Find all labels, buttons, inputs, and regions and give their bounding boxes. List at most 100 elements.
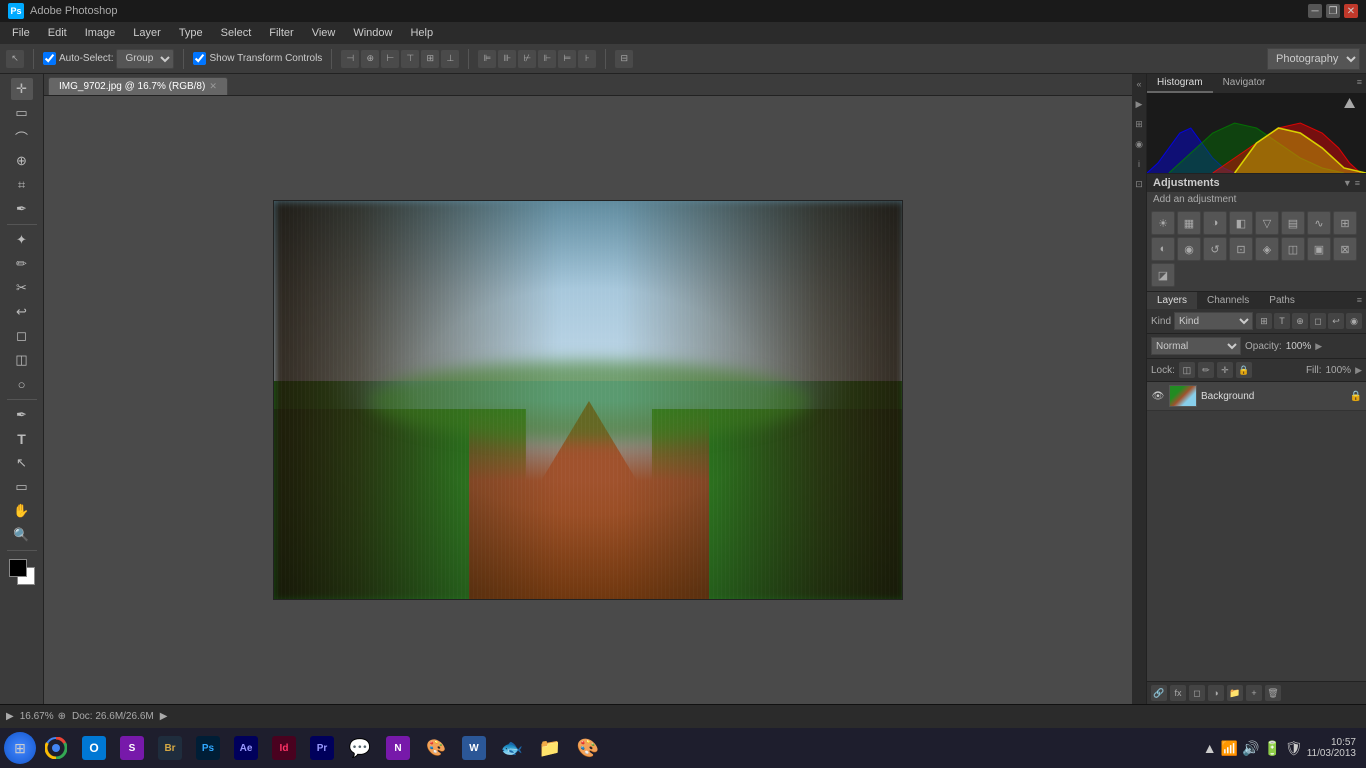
dodge-tool[interactable]: ○ (11, 373, 33, 395)
menu-window[interactable]: Window (345, 25, 400, 41)
filter-shape-icon[interactable]: ◻ (1310, 313, 1326, 329)
status-left-arrow[interactable]: ▶ (6, 711, 14, 722)
gradient-tool[interactable]: ◫ (11, 349, 33, 371)
pattern-adj-icon[interactable]: ◪ (1151, 263, 1175, 287)
taskbar-palette-icon[interactable]: 🎨 (570, 730, 606, 766)
gradientmap-adj-icon[interactable]: ▣ (1307, 237, 1331, 261)
taskbar-outlook-icon[interactable]: O (76, 730, 112, 766)
brightness-adj-icon[interactable]: ☀ (1151, 211, 1175, 235)
tray-volume-icon[interactable]: 🔊 (1242, 740, 1259, 757)
exposure-adj-icon[interactable]: ◧ (1229, 211, 1253, 235)
lock-all-icon[interactable]: 🔒 (1236, 362, 1252, 378)
taskbar-fish-icon[interactable]: 🐟 (494, 730, 530, 766)
channelmixer-adj-icon[interactable]: ◐ (1151, 237, 1175, 261)
align-bottom-icon[interactable]: ⊥ (441, 50, 459, 68)
align-center-v-icon[interactable]: ⊞ (421, 50, 439, 68)
taskbar-ps-icon[interactable]: Ps (190, 730, 226, 766)
tray-network-icon[interactable]: 📶 (1221, 740, 1238, 757)
navigator-tab[interactable]: Navigator (1213, 74, 1276, 93)
taskbar-onenote-icon[interactable]: S (114, 730, 150, 766)
foreground-color-swatch[interactable] (9, 559, 27, 577)
eyedropper-tool[interactable]: ✒ (11, 198, 33, 220)
quick-select-tool[interactable]: ⊕ (11, 150, 33, 172)
add-link-icon[interactable]: 🔗 (1151, 685, 1167, 701)
filter-type-icon[interactable]: ⊕ (1292, 313, 1308, 329)
align-right-icon[interactable]: ⊢ (381, 50, 399, 68)
lock-pixels-icon[interactable]: ✏ (1198, 362, 1214, 378)
auto-select-dropdown[interactable]: Group Layer (116, 49, 174, 69)
dist-bottom-icon[interactable]: ⊦ (578, 50, 596, 68)
menu-type[interactable]: Type (171, 25, 211, 41)
pen-tool[interactable]: ✒ (11, 404, 33, 426)
taskbar-chrome-icon[interactable] (38, 730, 74, 766)
menu-help[interactable]: Help (402, 25, 441, 41)
align-left-icon[interactable]: ⊣ (341, 50, 359, 68)
side-icon-4[interactable]: i (1133, 158, 1145, 170)
colorbalance-adj-icon[interactable]: ∿ (1307, 211, 1331, 235)
invert-adj-icon[interactable]: ↺ (1203, 237, 1227, 261)
filter-on-icon[interactable]: ◉ (1346, 313, 1362, 329)
curves-adj-icon[interactable]: ◑ (1203, 211, 1227, 235)
menu-select[interactable]: Select (213, 25, 260, 41)
taskbar-skype-icon[interactable]: 💬 (342, 730, 378, 766)
side-icon-2[interactable]: ⊞ (1133, 118, 1145, 130)
add-group-icon[interactable]: 📁 (1227, 685, 1243, 701)
taskbar-pr-icon[interactable]: Pr (304, 730, 340, 766)
adjustments-collapse-icon[interactable]: ▼ (1343, 178, 1352, 188)
filter-adjust-icon[interactable]: T (1274, 313, 1290, 329)
color-swatches[interactable] (9, 559, 35, 585)
dist-center-v-icon[interactable]: ⊨ (558, 50, 576, 68)
selectivecolor-adj-icon[interactable]: ◫ (1281, 237, 1305, 261)
adjustments-options-icon[interactable]: ≡ (1355, 178, 1360, 188)
canvas-viewport[interactable] (44, 96, 1132, 704)
menu-filter[interactable]: Filter (261, 25, 301, 41)
status-right-arrow[interactable]: ▶ (160, 711, 168, 722)
filter-pixel-icon[interactable]: ⊞ (1256, 313, 1272, 329)
healing-brush-tool[interactable]: ✦ (11, 229, 33, 251)
vibrance-adj-icon[interactable]: ▽ (1255, 211, 1279, 235)
dist-center-h-icon[interactable]: ⊪ (498, 50, 516, 68)
layer-visibility-icon[interactable]: 👁 (1151, 389, 1165, 403)
taskbar-paint-icon[interactable]: 🎨 (418, 730, 454, 766)
side-icon-3[interactable]: ◉ (1133, 138, 1145, 150)
restore-button[interactable]: ❐ (1326, 4, 1340, 18)
add-layer-icon[interactable]: + (1246, 685, 1262, 701)
minimize-button[interactable]: ─ (1308, 4, 1322, 18)
side-icon-5[interactable]: ⊡ (1133, 178, 1145, 190)
side-icon-1[interactable]: ▶ (1133, 98, 1145, 110)
blend-mode-dropdown[interactable]: Normal Multiply Screen Overlay (1151, 337, 1241, 355)
marquee-tool[interactable]: ▭ (11, 102, 33, 124)
tray-power-icon[interactable]: 🔋 (1263, 740, 1280, 757)
start-button[interactable]: ⊞ (4, 732, 36, 764)
layers-options-icon[interactable]: ≡ (1353, 292, 1366, 309)
tab-close-button[interactable]: ✕ (209, 81, 217, 92)
crop-tool[interactable]: ⌗ (11, 174, 33, 196)
close-button[interactable]: ✕ (1344, 4, 1358, 18)
menu-view[interactable]: View (304, 25, 344, 41)
colorlookup-adj-icon[interactable]: ◉ (1177, 237, 1201, 261)
layer-item-background[interactable]: 👁 Background 🔒 (1147, 382, 1366, 411)
collapse-panel-icon[interactable]: « (1133, 78, 1145, 90)
posterize-adj-icon[interactable]: ⊡ (1229, 237, 1253, 261)
brush-tool[interactable]: ✏ (11, 253, 33, 275)
photofilter-adj-icon[interactable]: ⊞ (1333, 211, 1357, 235)
dist-right-icon[interactable]: ⊬ (518, 50, 536, 68)
show-transform-checkbox[interactable] (193, 52, 206, 65)
dist-top-icon[interactable]: ⊩ (538, 50, 556, 68)
align-top-icon[interactable]: ⊤ (401, 50, 419, 68)
taskbar-onenote2-icon[interactable]: N (380, 730, 416, 766)
channels-tab[interactable]: Channels (1197, 292, 1259, 309)
threshold-adj-icon[interactable]: ◈ (1255, 237, 1279, 261)
move-tool[interactable]: ✛ (11, 78, 33, 100)
history-brush-tool[interactable]: ↩ (11, 301, 33, 323)
histogram-options-icon[interactable]: ≡ (1353, 74, 1366, 93)
filter-smart-icon[interactable]: ↩ (1328, 313, 1344, 329)
menu-image[interactable]: Image (77, 25, 124, 41)
taskbar-explorer-icon[interactable]: 📁 (532, 730, 568, 766)
document-tab[interactable]: IMG_9702.jpg @ 16.7% (RGB/8) ✕ (48, 77, 228, 95)
workspace-dropdown[interactable]: Photography Essentials Design Painting M… (1267, 48, 1360, 70)
auto-align-icon[interactable]: ⊟ (615, 50, 633, 68)
paths-tab[interactable]: Paths (1259, 292, 1305, 309)
move-tool-icon[interactable]: ↖ (6, 50, 24, 68)
path-select-tool[interactable]: ↖ (11, 452, 33, 474)
